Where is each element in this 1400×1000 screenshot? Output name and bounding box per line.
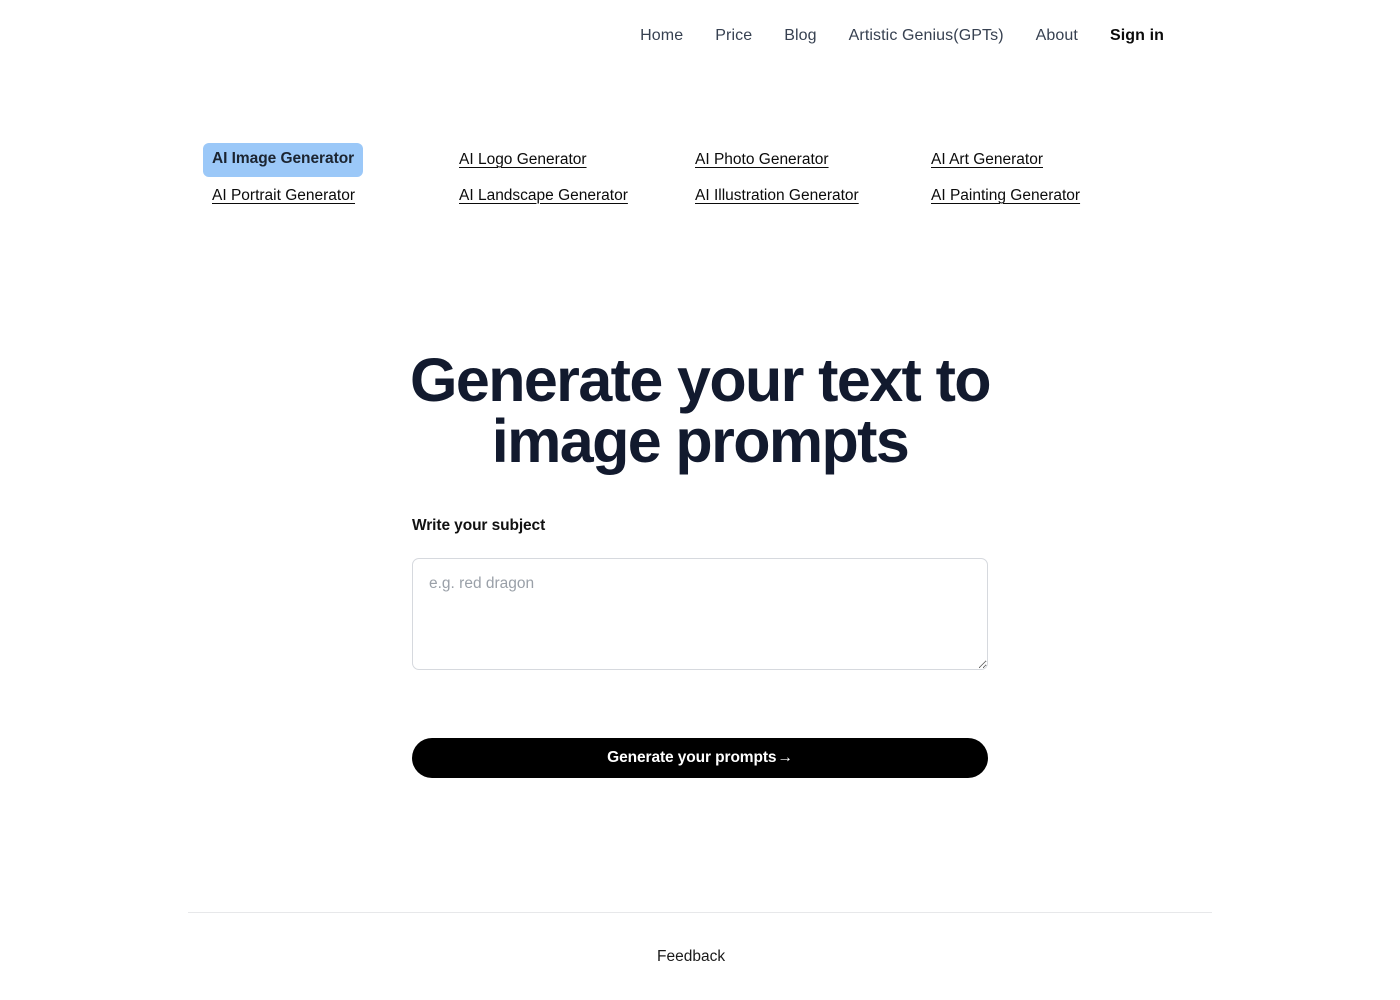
generator-link-cell: AI Logo Generator: [450, 142, 686, 178]
generator-link-cell: AI Illustration Generator: [686, 178, 922, 214]
generator-link-cell: AI Art Generator: [922, 142, 1158, 178]
page-root: Home Price Blog Artistic Genius(GPTs) Ab…: [0, 0, 1400, 1000]
generator-link-cell: AI Landscape Generator: [450, 178, 686, 214]
nav-item-home[interactable]: Home: [624, 22, 699, 50]
generator-link-grid: AI Image Generator AI Logo Generator AI …: [203, 142, 1213, 214]
top-navigation: Home Price Blog Artistic Genius(GPTs) Ab…: [0, 0, 1400, 72]
nav-item-about[interactable]: About: [1020, 22, 1094, 50]
subject-input[interactable]: [412, 558, 988, 670]
generator-link-ai-image-generator[interactable]: AI Image Generator: [203, 143, 364, 177]
generator-link-cell: AI Painting Generator: [922, 178, 1158, 214]
arrow-right-icon: →: [777, 749, 793, 766]
generate-prompts-button-label: Generate your prompts: [607, 749, 777, 766]
generator-link-ai-logo-generator[interactable]: AI Logo Generator: [450, 151, 587, 170]
nav-item-price[interactable]: Price: [699, 22, 768, 50]
footer-divider: [188, 912, 1212, 913]
nav-list: Home Price Blog Artistic Genius(GPTs) Ab…: [624, 22, 1164, 50]
generator-link-ai-art-generator[interactable]: AI Art Generator: [922, 151, 1043, 170]
nav-item-sign-in[interactable]: Sign in: [1094, 22, 1164, 50]
footer-feedback-link[interactable]: Feedback: [657, 947, 725, 967]
generator-link-ai-landscape-generator[interactable]: AI Landscape Generator: [450, 187, 628, 206]
generator-link-cell: AI Photo Generator: [686, 142, 922, 178]
generator-link-ai-painting-generator[interactable]: AI Painting Generator: [922, 187, 1080, 206]
hero-section: Generate your text to image prompts: [340, 350, 1060, 472]
nav-item-blog[interactable]: Blog: [768, 22, 832, 50]
generator-link-ai-photo-generator[interactable]: AI Photo Generator: [686, 151, 829, 170]
page-title: Generate your text to image prompts: [340, 350, 1060, 472]
generator-link-cell: AI Image Generator: [203, 142, 450, 178]
nav-item-artistic-genius[interactable]: Artistic Genius(GPTs): [833, 22, 1020, 50]
generator-link-ai-portrait-generator[interactable]: AI Portrait Generator: [203, 187, 355, 206]
page-title-line-2: image prompts: [491, 407, 910, 475]
generate-prompts-button[interactable]: Generate your prompts →: [412, 738, 988, 778]
subject-field-label: Write your subject: [412, 517, 546, 534]
page-title-line-1: Generate your text to: [410, 346, 992, 414]
generator-link-cell: AI Portrait Generator: [203, 178, 450, 214]
prompt-form: Write your subject Generate your prompts…: [412, 516, 988, 778]
generator-link-ai-illustration-generator[interactable]: AI Illustration Generator: [686, 187, 859, 206]
